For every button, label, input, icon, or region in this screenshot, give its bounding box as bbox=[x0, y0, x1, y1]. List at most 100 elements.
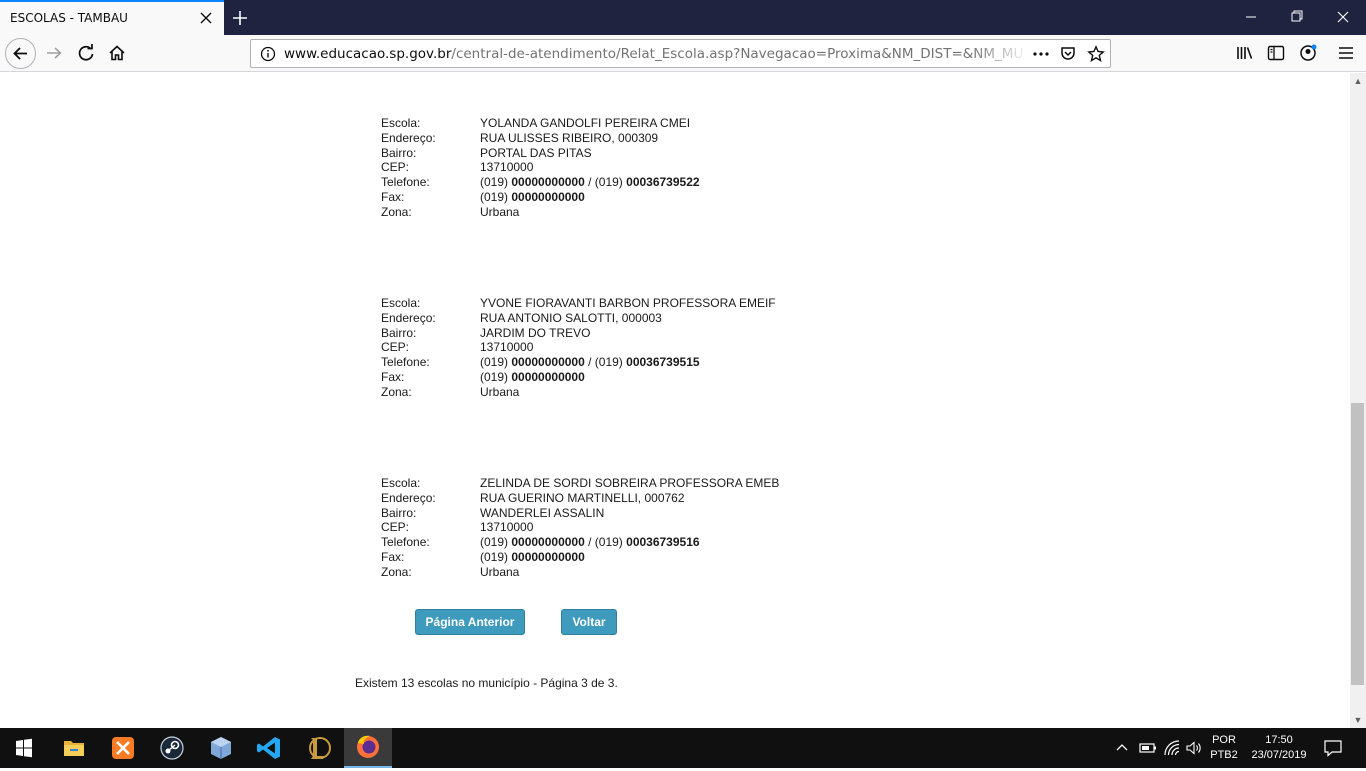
tel-number-1: 00000000000 bbox=[511, 175, 585, 190]
tel-number-1: 00000000000 bbox=[511, 355, 585, 370]
minimize-icon[interactable] bbox=[1228, 0, 1274, 35]
address-bar[interactable]: www.educacao.sp.gov.br/central-de-atendi… bbox=[250, 39, 1111, 68]
value-cep: 13710000 bbox=[480, 160, 534, 175]
url-host: www.educacao.sp.gov.br bbox=[284, 46, 452, 62]
volume-icon[interactable] bbox=[1185, 739, 1203, 757]
virtualbox-icon[interactable] bbox=[197, 728, 245, 768]
scroll-thumb[interactable] bbox=[1351, 403, 1364, 685]
label-endereco: Endereço: bbox=[381, 490, 436, 505]
tel-separator: / (019) bbox=[584, 175, 627, 190]
menu-hamburger-icon[interactable] bbox=[1336, 43, 1356, 63]
file-explorer-icon[interactable] bbox=[50, 728, 98, 768]
tel-ddd: (019) bbox=[480, 355, 512, 370]
fax-number: 00000000000 bbox=[511, 189, 585, 204]
bookmark-star-icon[interactable] bbox=[1087, 45, 1105, 63]
back-page-button[interactable]: Voltar bbox=[561, 609, 617, 635]
value-fax: (019) 00000000000 bbox=[480, 370, 585, 385]
label-cep: CEP: bbox=[381, 160, 410, 175]
clock[interactable]: 17:50 23/07/2019 bbox=[1245, 733, 1313, 763]
notifications-icon[interactable] bbox=[1323, 739, 1343, 757]
label-endereco: Endereço: bbox=[381, 130, 436, 145]
tab-strip: ESCOLAS - TAMBAU bbox=[0, 0, 1366, 35]
value-endereco: RUA ANTONIO SALOTTI, 000003 bbox=[480, 310, 662, 325]
value-cep: 13710000 bbox=[480, 340, 534, 355]
tel-number-2: 00036739522 bbox=[626, 175, 700, 190]
league-of-legends-icon[interactable] bbox=[295, 728, 343, 768]
label-fax: Fax: bbox=[381, 189, 405, 204]
value-bairro: WANDERLEI ASSALIN bbox=[480, 505, 605, 520]
pocket-icon[interactable] bbox=[1059, 45, 1077, 63]
previous-page-button[interactable]: Página Anterior bbox=[415, 609, 525, 635]
account-icon[interactable] bbox=[1298, 43, 1318, 63]
value-zona: Urbana bbox=[480, 564, 520, 579]
scroll-up-icon[interactable]: ▲ bbox=[1350, 73, 1366, 89]
value-telefone: (019) 00000000000 / (019) 00036739522 bbox=[480, 175, 700, 190]
value-telefone: (019) 00000000000 / (019) 00036739515 bbox=[480, 355, 700, 370]
value-bairro: JARDIM DO TREVO bbox=[480, 325, 591, 340]
tel-separator: / (019) bbox=[584, 355, 627, 370]
tel-ddd: (019) bbox=[480, 175, 512, 190]
tel-number-2: 00036739515 bbox=[626, 355, 700, 370]
battery-icon[interactable] bbox=[1139, 740, 1157, 756]
home-icon[interactable] bbox=[103, 39, 131, 67]
label-zona: Zona: bbox=[381, 564, 412, 579]
fax-number: 00000000000 bbox=[511, 549, 585, 564]
label-bairro: Bairro: bbox=[381, 145, 417, 160]
value-zona: Urbana bbox=[480, 384, 520, 399]
steam-icon[interactable] bbox=[148, 728, 196, 768]
tab-escolas[interactable]: ESCOLAS - TAMBAU bbox=[0, 0, 224, 35]
keyboard-layout: PTB2 bbox=[1210, 749, 1238, 761]
show-hidden-icons-icon[interactable] bbox=[1114, 740, 1130, 756]
site-info-icon[interactable] bbox=[260, 46, 276, 62]
fax-ddd: (019) bbox=[480, 369, 512, 384]
page-actions-icon[interactable] bbox=[1031, 46, 1051, 62]
tel-separator: / (019) bbox=[584, 535, 627, 550]
value-escola: ZELINDA DE SORDI SOBREIRA PROFESSORA EME… bbox=[480, 476, 780, 490]
windows-start-icon[interactable] bbox=[0, 728, 48, 768]
back-arrow-icon bbox=[13, 47, 27, 60]
value-zona: Urbana bbox=[480, 204, 520, 219]
pagination-summary: Existem 13 escolas no município - Página… bbox=[355, 676, 618, 690]
value-bairro: PORTAL DAS PITAS bbox=[480, 145, 592, 160]
tel-ddd: (019) bbox=[480, 535, 512, 550]
tab-title: ESCOLAS - TAMBAU bbox=[10, 11, 128, 25]
value-cep: 13710000 bbox=[480, 520, 534, 535]
xampp-icon[interactable] bbox=[99, 728, 147, 768]
new-tab-icon[interactable] bbox=[228, 6, 252, 30]
label-zona: Zona: bbox=[381, 384, 412, 399]
label-cep: CEP: bbox=[381, 520, 410, 535]
url-path: /central-de-atendimento/Relat_Escola.asp… bbox=[451, 46, 1024, 62]
back-button[interactable] bbox=[5, 38, 36, 69]
url-fade bbox=[971, 42, 1031, 64]
library-icon[interactable] bbox=[1235, 43, 1255, 63]
tel-number-2: 00036739516 bbox=[626, 535, 700, 550]
firefox-taskbar-button[interactable] bbox=[344, 728, 392, 768]
input-language-indicator[interactable]: POR PTB2 bbox=[1205, 733, 1243, 763]
label-cep: CEP: bbox=[381, 340, 410, 355]
label-bairro: Bairro: bbox=[381, 325, 417, 340]
close-tab-icon[interactable] bbox=[198, 10, 214, 26]
value-telefone: (019) 00000000000 / (019) 00036739516 bbox=[480, 535, 700, 550]
clock-date: 23/07/2019 bbox=[1251, 749, 1307, 761]
scroll-down-icon[interactable]: ▼ bbox=[1350, 712, 1366, 728]
label-zona: Zona: bbox=[381, 204, 412, 219]
tel-number-1: 00000000000 bbox=[511, 535, 585, 550]
fax-ddd: (019) bbox=[480, 549, 512, 564]
restore-icon[interactable] bbox=[1274, 0, 1320, 35]
forward-arrow-icon[interactable] bbox=[40, 39, 68, 67]
vscode-icon[interactable] bbox=[246, 728, 294, 768]
language-code: POR bbox=[1212, 734, 1236, 746]
fax-number: 00000000000 bbox=[511, 369, 585, 384]
sidebar-icon[interactable] bbox=[1266, 43, 1286, 63]
label-telefone: Telefone: bbox=[381, 175, 430, 190]
url-text: www.educacao.sp.gov.br/central-de-atendi… bbox=[284, 46, 1024, 62]
label-telefone: Telefone: bbox=[381, 355, 430, 370]
label-fax: Fax: bbox=[381, 369, 405, 384]
value-escola: YOLANDA GANDOLFI PEREIRA CMEI bbox=[480, 116, 691, 130]
fax-ddd: (019) bbox=[480, 189, 512, 204]
wifi-icon[interactable] bbox=[1163, 739, 1181, 757]
reload-icon[interactable] bbox=[72, 39, 100, 67]
label-escola: Escola: bbox=[381, 296, 421, 310]
close-window-icon[interactable] bbox=[1320, 0, 1366, 35]
vertical-scrollbar[interactable]: ▲ ▼ bbox=[1350, 73, 1366, 728]
